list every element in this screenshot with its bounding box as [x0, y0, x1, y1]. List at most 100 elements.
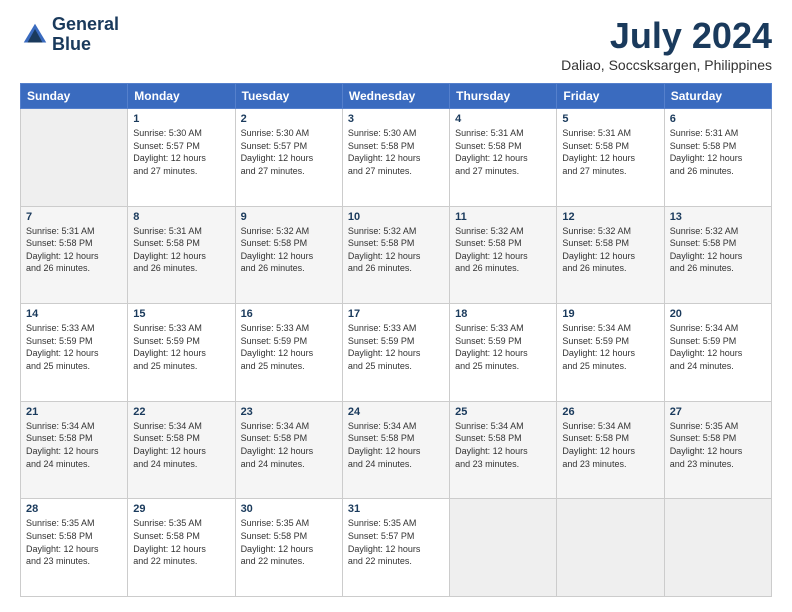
day-number: 1: [133, 113, 229, 125]
day-number: 19: [562, 308, 658, 320]
day-cell: [664, 499, 771, 597]
day-info: Sunrise: 5:35 AM Sunset: 5:58 PM Dayligh…: [241, 517, 337, 567]
day-number: 31: [348, 503, 444, 515]
day-info: Sunrise: 5:32 AM Sunset: 5:58 PM Dayligh…: [348, 225, 444, 275]
day-number: 2: [241, 113, 337, 125]
day-cell: 31 Sunrise: 5:35 AM Sunset: 5:57 PM Dayli…: [342, 499, 449, 597]
day-cell: 13Sunrise: 5:32 AM Sunset: 5:58 PM Dayli…: [664, 206, 771, 304]
header-day-friday: Friday: [557, 84, 664, 109]
day-number: 17: [348, 308, 444, 320]
day-number: 28: [26, 503, 122, 515]
day-cell: 14 Sunrise: 5:33 AM Sunset: 5:59 PM Dayli…: [21, 304, 128, 402]
day-number: 25: [455, 406, 551, 418]
day-info: Sunrise: 5:33 AM Sunset: 5:59 PM Dayligh…: [26, 322, 122, 372]
day-info: Sunrise: 5:33 AM Sunset: 5:59 PM Dayligh…: [133, 322, 229, 372]
day-cell: 24 Sunrise: 5:34 AM Sunset: 5:58 PM Dayli…: [342, 401, 449, 499]
day-cell: 21 Sunrise: 5:34 AM Sunset: 5:58 PM Dayli…: [21, 401, 128, 499]
main-title: July 2024: [561, 15, 772, 57]
day-info: Sunrise: 5:35 AM Sunset: 5:58 PM Dayligh…: [670, 420, 766, 470]
day-cell: 7Sunrise: 5:31 AM Sunset: 5:58 PM Daylig…: [21, 206, 128, 304]
day-number: 24: [348, 406, 444, 418]
logo: General Blue: [20, 15, 119, 55]
day-info: Sunrise: 5:34 AM Sunset: 5:59 PM Dayligh…: [670, 322, 766, 372]
day-info: Sunrise: 5:34 AM Sunset: 5:58 PM Dayligh…: [348, 420, 444, 470]
day-info: Sunrise: 5:34 AM Sunset: 5:58 PM Dayligh…: [455, 420, 551, 470]
day-info: Sunrise: 5:33 AM Sunset: 5:59 PM Dayligh…: [348, 322, 444, 372]
logo-text: General Blue: [52, 15, 119, 55]
week-row-5: 28 Sunrise: 5:35 AM Sunset: 5:58 PM Dayli…: [21, 499, 772, 597]
day-cell: 29 Sunrise: 5:35 AM Sunset: 5:58 PM Dayli…: [128, 499, 235, 597]
day-info: Sunrise: 5:35 AM Sunset: 5:57 PM Dayligh…: [348, 517, 444, 567]
day-cell: 3 Sunrise: 5:30 AM Sunset: 5:58 PM Daylig…: [342, 109, 449, 207]
day-number: 6: [670, 113, 766, 125]
day-cell: 19 Sunrise: 5:34 AM Sunset: 5:59 PM Dayli…: [557, 304, 664, 402]
logo-line2: Blue: [52, 35, 119, 55]
day-number: 8: [133, 211, 229, 223]
day-number: 22: [133, 406, 229, 418]
day-cell: 20Sunrise: 5:34 AM Sunset: 5:59 PM Dayli…: [664, 304, 771, 402]
header-day-monday: Monday: [128, 84, 235, 109]
day-info: Sunrise: 5:33 AM Sunset: 5:59 PM Dayligh…: [241, 322, 337, 372]
day-info: Sunrise: 5:30 AM Sunset: 5:57 PM Dayligh…: [241, 127, 337, 177]
day-cell: 9Sunrise: 5:32 AM Sunset: 5:58 PM Daylig…: [235, 206, 342, 304]
day-number: 10: [348, 211, 444, 223]
day-cell: 5Sunrise: 5:31 AM Sunset: 5:58 PM Daylig…: [557, 109, 664, 207]
header: General Blue July 2024 Daliao, Soccsksar…: [20, 15, 772, 73]
day-number: 16: [241, 308, 337, 320]
day-info: Sunrise: 5:34 AM Sunset: 5:58 PM Dayligh…: [26, 420, 122, 470]
day-cell: 11Sunrise: 5:32 AM Sunset: 5:58 PM Dayli…: [450, 206, 557, 304]
header-day-thursday: Thursday: [450, 84, 557, 109]
day-number: 3: [348, 113, 444, 125]
header-row: SundayMondayTuesdayWednesdayThursdayFrid…: [21, 84, 772, 109]
header-day-saturday: Saturday: [664, 84, 771, 109]
header-day-tuesday: Tuesday: [235, 84, 342, 109]
week-row-3: 14 Sunrise: 5:33 AM Sunset: 5:59 PM Dayli…: [21, 304, 772, 402]
day-cell: 18Sunrise: 5:33 AM Sunset: 5:59 PM Dayli…: [450, 304, 557, 402]
day-cell: [450, 499, 557, 597]
day-cell: 10 Sunrise: 5:32 AM Sunset: 5:58 PM Dayli…: [342, 206, 449, 304]
day-number: 26: [562, 406, 658, 418]
day-number: 4: [455, 113, 551, 125]
day-cell: 4 Sunrise: 5:31 AM Sunset: 5:58 PM Daylig…: [450, 109, 557, 207]
day-info: Sunrise: 5:35 AM Sunset: 5:58 PM Dayligh…: [133, 517, 229, 567]
day-number: 29: [133, 503, 229, 515]
day-info: Sunrise: 5:30 AM Sunset: 5:57 PM Dayligh…: [133, 127, 229, 177]
day-number: 30: [241, 503, 337, 515]
day-info: Sunrise: 5:34 AM Sunset: 5:59 PM Dayligh…: [562, 322, 658, 372]
day-cell: 12Sunrise: 5:32 AM Sunset: 5:58 PM Dayli…: [557, 206, 664, 304]
day-info: Sunrise: 5:33 AM Sunset: 5:59 PM Dayligh…: [455, 322, 551, 372]
day-cell: 28Sunrise: 5:35 AM Sunset: 5:58 PM Dayli…: [21, 499, 128, 597]
day-number: 15: [133, 308, 229, 320]
day-cell: 16 Sunrise: 5:33 AM Sunset: 5:59 PM Dayli…: [235, 304, 342, 402]
day-info: Sunrise: 5:31 AM Sunset: 5:58 PM Dayligh…: [455, 127, 551, 177]
day-info: Sunrise: 5:32 AM Sunset: 5:58 PM Dayligh…: [241, 225, 337, 275]
day-info: Sunrise: 5:34 AM Sunset: 5:58 PM Dayligh…: [241, 420, 337, 470]
day-number: 21: [26, 406, 122, 418]
header-day-wednesday: Wednesday: [342, 84, 449, 109]
logo-line1: General: [52, 15, 119, 35]
day-info: Sunrise: 5:31 AM Sunset: 5:58 PM Dayligh…: [670, 127, 766, 177]
day-info: Sunrise: 5:32 AM Sunset: 5:58 PM Dayligh…: [455, 225, 551, 275]
day-cell: 15 Sunrise: 5:33 AM Sunset: 5:59 PM Dayli…: [128, 304, 235, 402]
day-cell: 6 Sunrise: 5:31 AM Sunset: 5:58 PM Daylig…: [664, 109, 771, 207]
week-row-4: 21 Sunrise: 5:34 AM Sunset: 5:58 PM Dayli…: [21, 401, 772, 499]
title-section: July 2024 Daliao, Soccsksargen, Philippi…: [561, 15, 772, 73]
day-number: 13: [670, 211, 766, 223]
day-number: 27: [670, 406, 766, 418]
day-cell: 17 Sunrise: 5:33 AM Sunset: 5:59 PM Dayli…: [342, 304, 449, 402]
day-number: 23: [241, 406, 337, 418]
day-info: Sunrise: 5:30 AM Sunset: 5:58 PM Dayligh…: [348, 127, 444, 177]
header-day-sunday: Sunday: [21, 84, 128, 109]
day-cell: [21, 109, 128, 207]
day-info: Sunrise: 5:34 AM Sunset: 5:58 PM Dayligh…: [133, 420, 229, 470]
day-cell: 26Sunrise: 5:34 AM Sunset: 5:58 PM Dayli…: [557, 401, 664, 499]
week-row-2: 7Sunrise: 5:31 AM Sunset: 5:58 PM Daylig…: [21, 206, 772, 304]
day-info: Sunrise: 5:32 AM Sunset: 5:58 PM Dayligh…: [562, 225, 658, 275]
day-cell: 8Sunrise: 5:31 AM Sunset: 5:58 PM Daylig…: [128, 206, 235, 304]
day-cell: 1 Sunrise: 5:30 AM Sunset: 5:57 PM Daylig…: [128, 109, 235, 207]
day-number: 14: [26, 308, 122, 320]
day-info: Sunrise: 5:31 AM Sunset: 5:58 PM Dayligh…: [26, 225, 122, 275]
day-number: 5: [562, 113, 658, 125]
day-cell: 27 Sunrise: 5:35 AM Sunset: 5:58 PM Dayli…: [664, 401, 771, 499]
day-cell: 25 Sunrise: 5:34 AM Sunset: 5:58 PM Dayli…: [450, 401, 557, 499]
